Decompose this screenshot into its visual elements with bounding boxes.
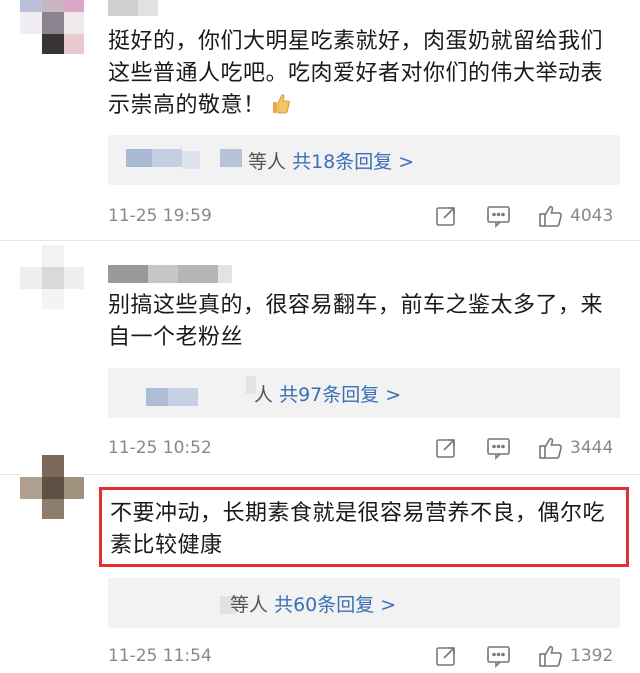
reply-count-link[interactable]: 共18条回复 > — [292, 151, 414, 173]
like-count: 3444 — [570, 438, 614, 458]
share-icon[interactable] — [434, 436, 458, 465]
comment-icon[interactable] — [486, 644, 512, 673]
comment-meta: 11-25 11:54 1392 — [108, 642, 620, 672]
reply-count-link[interactable]: 共60条回复 > — [274, 594, 396, 616]
comment-text-content: 挺好的，你们大明星吃素就好，肉蛋奶就留给我们这些普通人吃吧。吃肉爱好者对你们的伟… — [108, 29, 604, 118]
comment-text: 别搞这些真的，很容易翻车，前车之鉴太多了，来自一个老粉丝 — [108, 290, 608, 354]
avatar[interactable] — [20, 455, 84, 519]
reply-summary-text[interactable]: 等人 共60条回复 > — [230, 590, 396, 617]
reply-summary-text[interactable]: 等人 共18条回复 > — [248, 147, 414, 174]
reply-summary[interactable]: 等人 共18条回复 > — [108, 135, 620, 185]
reply-summary-text[interactable]: 人 共97条回复 > — [254, 380, 401, 407]
comment-text-content: 别搞这些真的，很容易翻车，前车之鉴太多了，来自一个老粉丝 — [108, 293, 604, 350]
like-count: 4043 — [570, 206, 614, 226]
divider — [0, 240, 640, 241]
username-blurred[interactable] — [108, 265, 248, 283]
like-icon[interactable] — [538, 436, 564, 465]
comment-text: 不要冲动，长期素食就是很容易营养不良，偶尔吃素比较健康 — [110, 498, 620, 562]
like-count: 1392 — [570, 646, 614, 666]
reply-summary[interactable]: 等人 共60条回复 > — [108, 578, 620, 628]
username-blurred[interactable] — [108, 0, 168, 16]
comment-date: 11-25 19:59 — [108, 206, 212, 226]
comment-meta: 11-25 10:52 3444 — [108, 434, 620, 464]
reply-prefix: 等人 — [248, 151, 287, 173]
thumbs-up-icon — [272, 93, 290, 115]
comment-meta: 11-25 19:59 4043 — [108, 202, 620, 232]
reply-prefix: 人 — [254, 384, 274, 406]
comment-text-content: 不要冲动，长期素食就是很容易营养不良，偶尔吃素比较健康 — [110, 501, 606, 558]
reply-prefix: 等人 — [230, 594, 269, 616]
avatar[interactable] — [20, 245, 84, 309]
comment-date: 11-25 11:54 — [108, 646, 212, 666]
avatar[interactable] — [20, 0, 84, 54]
like-icon[interactable] — [538, 644, 564, 673]
comment-icon[interactable] — [486, 436, 512, 465]
comment-icon[interactable] — [486, 204, 512, 233]
reply-summary[interactable]: 人 共97条回复 > — [108, 368, 620, 418]
reply-count-link[interactable]: 共97条回复 > — [279, 384, 401, 406]
share-icon[interactable] — [434, 204, 458, 233]
like-icon[interactable] — [538, 204, 564, 233]
share-icon[interactable] — [434, 644, 458, 673]
comment-date: 11-25 10:52 — [108, 438, 212, 458]
comment-text: 挺好的，你们大明星吃素就好，肉蛋奶就留给我们这些普通人吃吧。吃肉爱好者对你们的伟… — [108, 26, 608, 122]
divider — [0, 474, 640, 475]
